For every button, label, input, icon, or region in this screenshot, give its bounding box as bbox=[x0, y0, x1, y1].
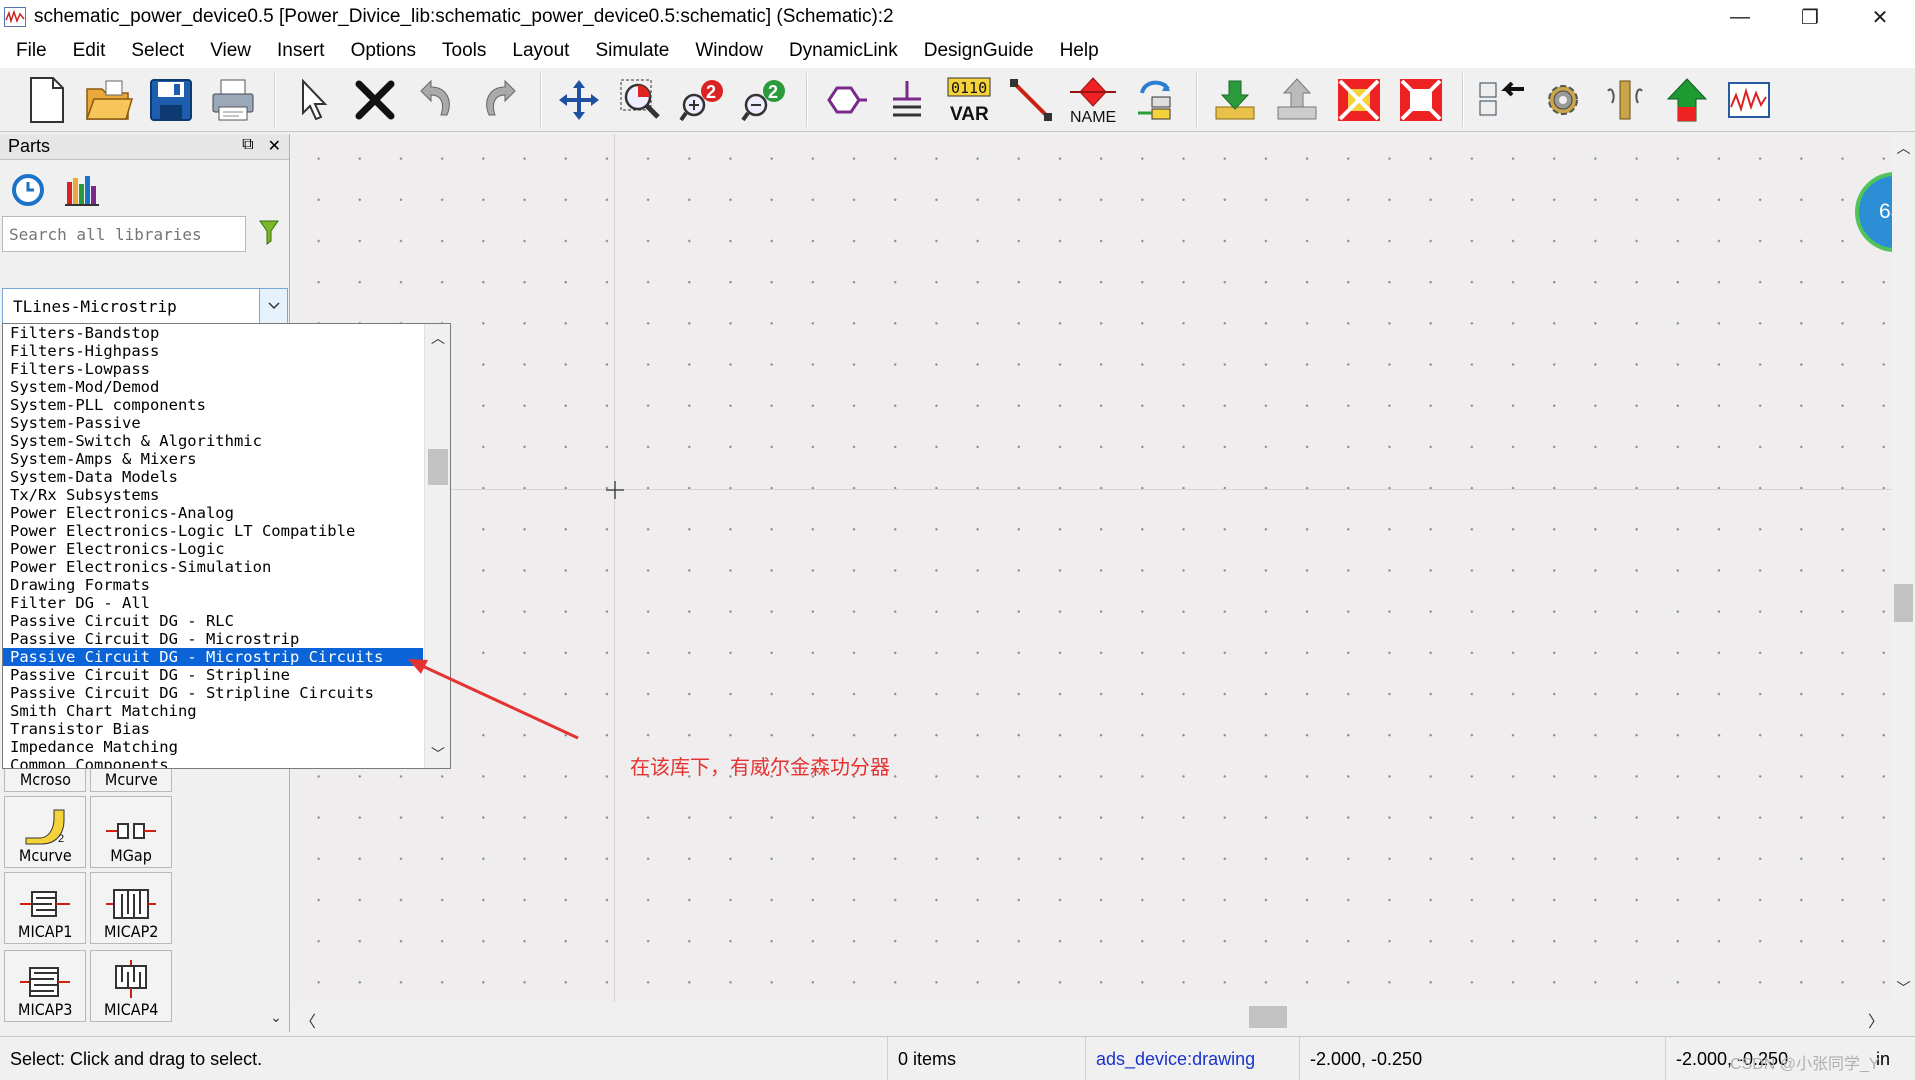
part-mgap[interactable]: MGap bbox=[90, 796, 172, 868]
mgap-icon bbox=[106, 823, 156, 839]
name-label: NAME bbox=[1070, 109, 1116, 124]
scroll-left-icon[interactable]: 〈 bbox=[300, 1008, 316, 1032]
pop-out-hierarchy-icon[interactable] bbox=[1268, 71, 1326, 129]
part-label: MICAP3 bbox=[17, 1000, 73, 1019]
svg-text:2: 2 bbox=[768, 82, 778, 102]
scroll-right-icon[interactable]: 〉 bbox=[1868, 1008, 1884, 1032]
deactivate-short-icon[interactable] bbox=[1392, 71, 1450, 129]
part-micap2[interactable]: MICAP2 bbox=[90, 872, 172, 944]
restore-button[interactable]: ❐ bbox=[1775, 0, 1845, 34]
status-message: Select: Click and drag to select. bbox=[0, 1037, 888, 1080]
part-micap1[interactable]: MICAP1 bbox=[4, 872, 86, 944]
part-label: Mcroso bbox=[19, 770, 71, 789]
tuning-icon[interactable] bbox=[1596, 71, 1654, 129]
part-palette: Mcroso Mcurve 2 Mcurve MGap MICAP1 MICAP… bbox=[4, 756, 266, 1028]
minimize-button[interactable]: — bbox=[1705, 0, 1775, 34]
micap2-icon bbox=[106, 889, 156, 919]
scroll-thumb[interactable] bbox=[1894, 584, 1913, 622]
crosshair-cursor-icon bbox=[606, 481, 624, 499]
menu-designguide[interactable]: DesignGuide bbox=[914, 40, 1050, 62]
toolbar-separator bbox=[1196, 72, 1198, 127]
pin-to-pin-icon[interactable] bbox=[1472, 71, 1530, 129]
micap4-icon bbox=[115, 960, 147, 998]
status-context[interactable]: ads_device:drawing bbox=[1086, 1037, 1300, 1080]
zoom-in-icon[interactable]: 2 bbox=[674, 71, 732, 129]
zoom-out-icon[interactable]: 2 bbox=[736, 71, 794, 129]
annotation-arrow bbox=[408, 659, 579, 740]
part-label: MGap bbox=[110, 846, 152, 865]
micap3-icon bbox=[20, 967, 70, 997]
var-bits-label: 0110 bbox=[951, 79, 987, 97]
part-micap4[interactable]: MICAP4 bbox=[90, 950, 172, 1022]
port-icon[interactable] bbox=[816, 71, 874, 129]
part-micap3[interactable]: MICAP3 bbox=[4, 950, 86, 1022]
close-button[interactable]: ✕ bbox=[1845, 0, 1915, 34]
status-bar: Select: Click and drag to select. 0 item… bbox=[0, 1036, 1915, 1080]
svg-text:2: 2 bbox=[58, 833, 64, 845]
part-label: MICAP1 bbox=[17, 922, 73, 941]
zoom-area-icon[interactable] bbox=[612, 71, 670, 129]
deactivate-icon[interactable] bbox=[1330, 71, 1388, 129]
canvas-horizontal-scrollbar[interactable]: 〈 〉 bbox=[292, 1002, 1892, 1032]
status-coords-1: -2.000, -0.250 bbox=[1300, 1037, 1666, 1080]
toolbar-separator bbox=[806, 72, 808, 127]
wire-icon[interactable] bbox=[1002, 71, 1060, 129]
annotation-text: 在该库下，有威尔金森功分器 bbox=[630, 757, 890, 779]
part-label: MICAP4 bbox=[103, 1000, 159, 1019]
scroll-thumb[interactable] bbox=[1249, 1006, 1287, 1028]
menu-simulate[interactable]: Simulate bbox=[585, 40, 685, 62]
var-equation-icon[interactable]: 0110 VAR bbox=[940, 71, 998, 129]
svg-text:2: 2 bbox=[706, 82, 716, 102]
part-label: MICAP2 bbox=[103, 922, 159, 941]
scroll-up-icon[interactable]: ︿ bbox=[1892, 138, 1915, 158]
wire-label-icon[interactable]: NAME bbox=[1064, 71, 1122, 129]
palette-scrollbar[interactable]: ⌄ bbox=[264, 760, 288, 1028]
menu-dynamiclink[interactable]: DynamicLink bbox=[779, 40, 914, 62]
part-label: Mcurve bbox=[104, 770, 158, 789]
micap1-icon bbox=[20, 891, 70, 917]
mcurve-icon: 2 bbox=[25, 809, 65, 845]
scroll-down-icon[interactable]: ⌄ bbox=[264, 1009, 288, 1026]
scroll-down-icon[interactable]: ﹀ bbox=[1892, 978, 1915, 998]
data-display-icon[interactable] bbox=[1720, 71, 1778, 129]
part-label: Mcurve bbox=[18, 846, 72, 865]
insert-component-icon[interactable] bbox=[1126, 71, 1184, 129]
watermark: CSDN @小张同学_Y bbox=[1730, 1056, 1880, 1073]
var-label: VAR bbox=[950, 104, 989, 124]
origin-vertical-line bbox=[614, 134, 615, 1002]
simulate-icon[interactable] bbox=[1658, 71, 1716, 129]
push-into-hierarchy-icon[interactable] bbox=[1206, 71, 1264, 129]
status-context-link[interactable]: ads_device:drawing bbox=[1096, 1049, 1255, 1070]
toolbar-separator bbox=[1462, 72, 1464, 127]
canvas-vertical-scrollbar[interactable]: ︿ ﹀ bbox=[1892, 134, 1915, 1002]
status-item-count: 0 items bbox=[888, 1037, 1086, 1080]
menu-window[interactable]: Window bbox=[685, 40, 779, 62]
ground-icon[interactable] bbox=[878, 71, 936, 129]
menu-help[interactable]: Help bbox=[1050, 40, 1115, 62]
simulation-setup-gear-icon[interactable] bbox=[1534, 71, 1592, 129]
part-mcurve[interactable]: 2 Mcurve bbox=[4, 796, 86, 868]
